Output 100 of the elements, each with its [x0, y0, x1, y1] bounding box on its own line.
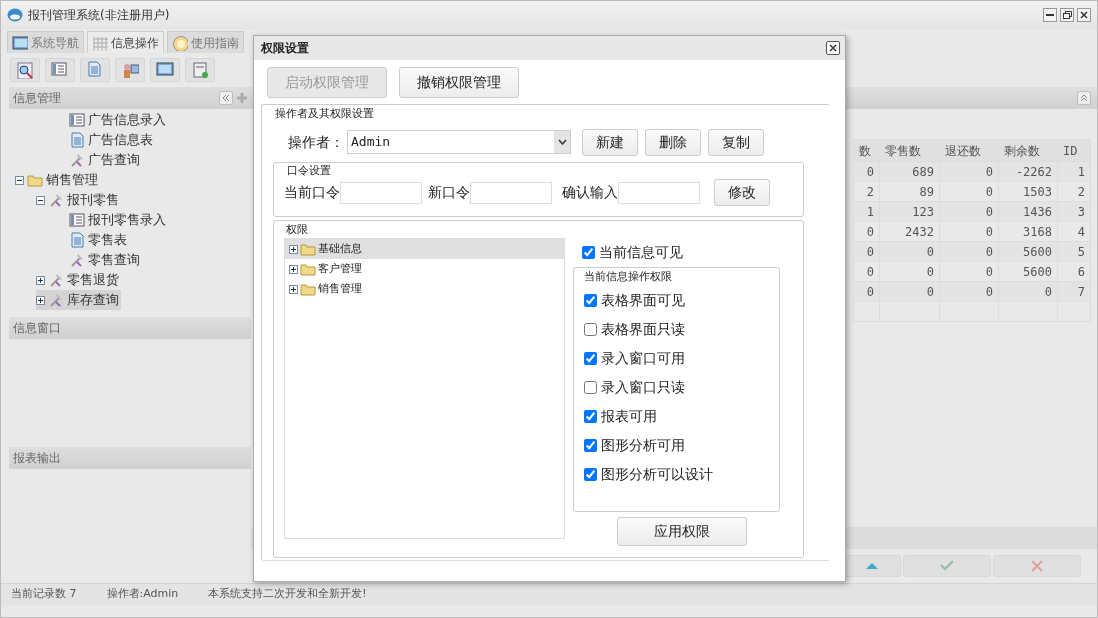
table-cell: 0	[853, 161, 880, 182]
checkbox[interactable]	[584, 351, 597, 365]
checkbox[interactable]	[584, 293, 597, 307]
minimize-button[interactable]	[1043, 8, 1057, 22]
table-cell: 2	[1057, 181, 1091, 202]
folder-icon	[27, 172, 43, 188]
expand-icon[interactable]	[289, 244, 298, 254]
password-field[interactable]	[470, 181, 552, 204]
group-title: 当前信息操作权限	[584, 269, 673, 285]
checkbox-label: 图形分析可以设计	[601, 464, 713, 484]
search-icon	[16, 61, 34, 79]
grid-icon	[92, 34, 108, 51]
restore-icon	[1061, 9, 1073, 21]
folder-icon	[300, 281, 316, 297]
help-icon	[172, 34, 188, 51]
action-button[interactable]: 删除	[645, 128, 701, 156]
checkbox-label: 录入窗口只读	[601, 377, 685, 397]
checkbox-label: 表格界面可见	[601, 290, 685, 310]
tree-item[interactable]: 广告查询	[69, 150, 142, 170]
tree-item[interactable]: 零售退货	[36, 270, 121, 290]
tree-item[interactable]: 广告信息表	[69, 130, 155, 150]
tree-item[interactable]: 零售查询	[69, 250, 142, 270]
expand-icon[interactable]	[36, 295, 45, 305]
app-logo-icon	[7, 8, 23, 22]
monitor-icon	[12, 34, 28, 51]
table-cell: 3168	[998, 221, 1058, 242]
toolbar-button[interactable]	[150, 58, 180, 82]
document-icon	[69, 132, 85, 148]
tree-item[interactable]: 报刊零售录入	[69, 210, 168, 230]
panel-header: 信息管理	[9, 87, 251, 109]
checkbox[interactable]	[584, 409, 597, 423]
action-button[interactable]: 修改	[714, 179, 770, 206]
checkbox[interactable]	[582, 246, 595, 259]
collapse-icon[interactable]	[15, 175, 24, 185]
close-button[interactable]	[1077, 8, 1091, 22]
minimize-icon	[1046, 14, 1054, 16]
tab[interactable]: 信息操作	[87, 31, 164, 53]
toolbar-button[interactable]: 撤销权限管理	[399, 67, 519, 98]
toolbar-button[interactable]	[10, 58, 40, 82]
tools-icon	[48, 272, 64, 288]
restore-button[interactable]	[1060, 8, 1074, 22]
tree-item[interactable]: 广告信息录入	[69, 110, 168, 130]
table-cell: 2	[853, 181, 880, 202]
checkbox[interactable]	[584, 467, 597, 481]
tree-item[interactable]: 零售表	[69, 230, 129, 250]
collapse-panel-icon[interactable]	[219, 91, 233, 105]
tree-item[interactable]: 报刊零售	[36, 190, 121, 210]
group-title: 口令设置	[287, 162, 332, 179]
window-title: 报刊管理系统(非注册用户)	[28, 7, 170, 24]
add-record-icon	[191, 61, 209, 79]
table-cell: 0	[853, 261, 880, 282]
action-button[interactable]: 新建	[582, 128, 638, 156]
collapse-icon[interactable]	[36, 195, 45, 205]
checkbox[interactable]	[584, 380, 597, 394]
status-text: 操作者:Admin	[106, 586, 179, 603]
checkbox-label: 图形分析可用	[601, 435, 685, 455]
tree-item[interactable]: 客户管理	[285, 259, 564, 279]
field-label: 确认输入	[562, 183, 618, 202]
checkbox[interactable]	[584, 322, 597, 336]
expand-icon[interactable]	[289, 264, 298, 274]
close-icon	[1029, 558, 1045, 574]
action-button[interactable]	[843, 555, 901, 577]
folder-icon	[300, 241, 316, 257]
table-cell: 0	[939, 221, 999, 242]
toolbar-button[interactable]	[45, 58, 75, 82]
field-label: 操作者：	[288, 132, 344, 152]
tools-icon	[69, 252, 85, 268]
toolbar-button[interactable]	[185, 58, 215, 82]
password-field[interactable]	[340, 181, 422, 204]
table-cell: 0	[853, 221, 880, 242]
tree-item[interactable]: 库存查询	[36, 290, 121, 310]
action-button[interactable]: 复制	[708, 128, 764, 156]
table-cell: 1	[853, 201, 880, 222]
document-icon	[86, 61, 104, 79]
panel-header: 信息窗口	[9, 317, 251, 339]
toolbar-button[interactable]	[115, 58, 145, 82]
column-header: ID	[1057, 139, 1091, 162]
table-cell: 5600	[998, 261, 1058, 282]
panel-header: 报表输出	[9, 447, 251, 469]
tree-item[interactable]: 基础信息	[285, 239, 564, 259]
table-cell: 0	[879, 261, 940, 282]
table-cell: 1503	[998, 181, 1058, 202]
dialog-title: 权限设置	[261, 40, 309, 57]
checkbox[interactable]	[584, 438, 597, 452]
password-field[interactable]	[618, 181, 700, 204]
expand-icon[interactable]	[36, 275, 45, 285]
column-header: 剩余数	[998, 139, 1058, 162]
checkbox-label: 表格界面只读	[601, 319, 685, 339]
close-button[interactable]	[826, 41, 840, 55]
tools-icon	[48, 292, 64, 308]
table-cell: 0	[853, 241, 880, 262]
column-header: 零售数	[879, 139, 940, 162]
tab[interactable]: 系统导航	[7, 31, 84, 53]
document-icon	[69, 232, 85, 248]
tree-item[interactable]: 销售管理	[15, 170, 100, 190]
tree-item[interactable]: 销售管理	[285, 279, 564, 299]
expand-icon[interactable]	[289, 284, 298, 294]
apply-button[interactable]: 应用权限	[617, 517, 747, 546]
operator-dropdown[interactable]: Admin	[347, 130, 571, 154]
collapse-panel-icon[interactable]	[1077, 91, 1091, 105]
